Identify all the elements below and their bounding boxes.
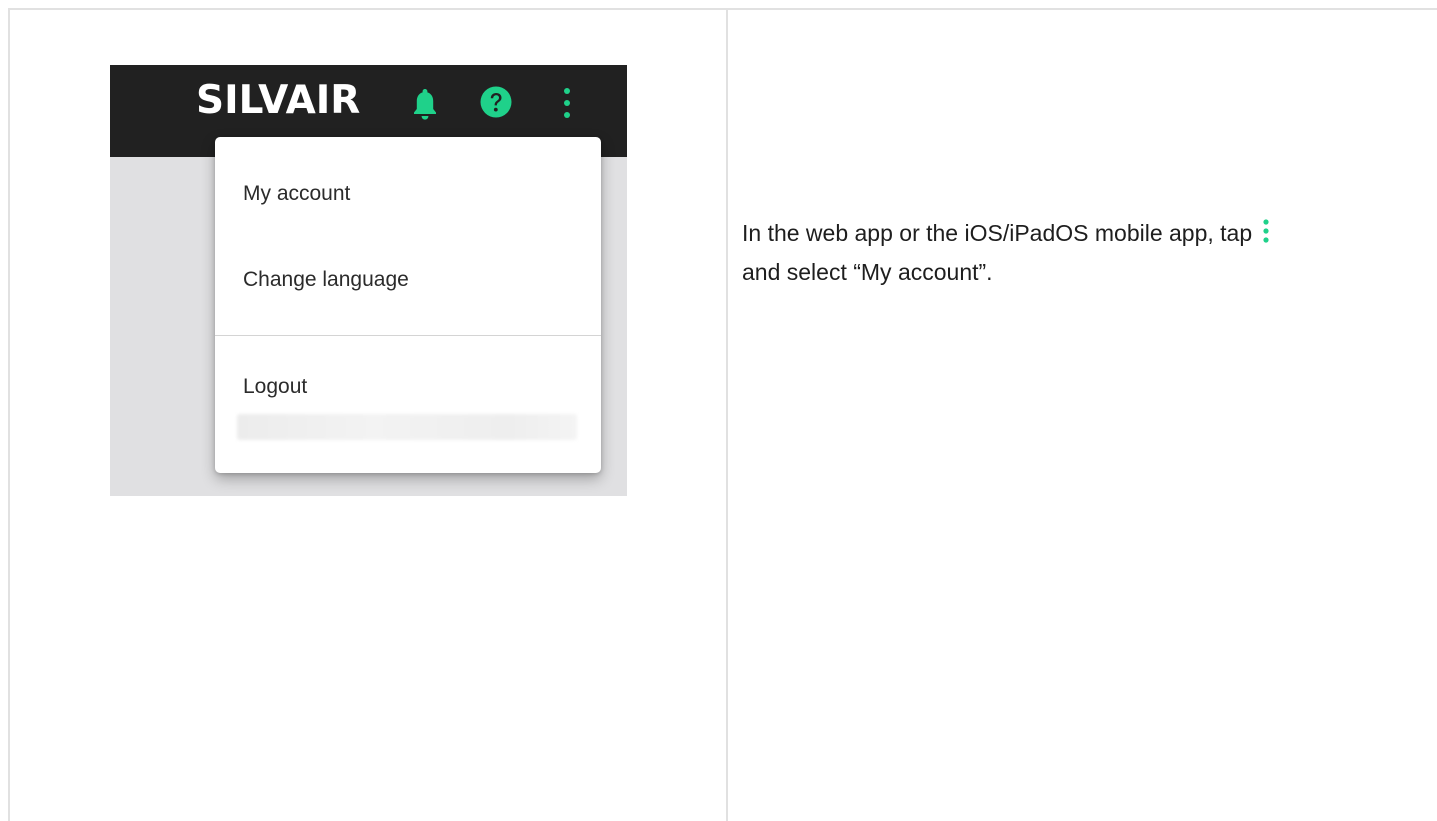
menu-item-my-account[interactable]: My account xyxy=(243,181,350,207)
silvair-logo: SILVAIR xyxy=(196,78,361,123)
more-vertical-icon[interactable] xyxy=(560,85,574,121)
instruction-text-before: In the web app or the iOS/iPadOS mobile … xyxy=(742,220,1253,246)
instruction-text: In the web app or the iOS/iPadOS mobile … xyxy=(742,214,1422,292)
help-icon[interactable] xyxy=(479,85,513,119)
menu-divider xyxy=(215,335,601,336)
page-frame: SILVAIR My account Change language Logou… xyxy=(0,0,1437,821)
menu-item-logout[interactable]: Logout xyxy=(243,374,307,400)
bell-icon[interactable] xyxy=(411,86,439,122)
column-divider xyxy=(726,8,728,821)
menu-item-change-language[interactable]: Change language xyxy=(243,267,409,293)
blurred-redacted-text xyxy=(237,414,577,440)
more-vertical-icon-inline xyxy=(1262,219,1269,243)
frame-border-top xyxy=(8,8,1437,10)
app-screenshot: SILVAIR My account Change language Logou… xyxy=(110,65,627,496)
account-dropdown-menu: My account Change language Logout xyxy=(215,137,601,473)
frame-border-left xyxy=(8,8,10,821)
instruction-text-after: and select “My account”. xyxy=(742,259,993,285)
